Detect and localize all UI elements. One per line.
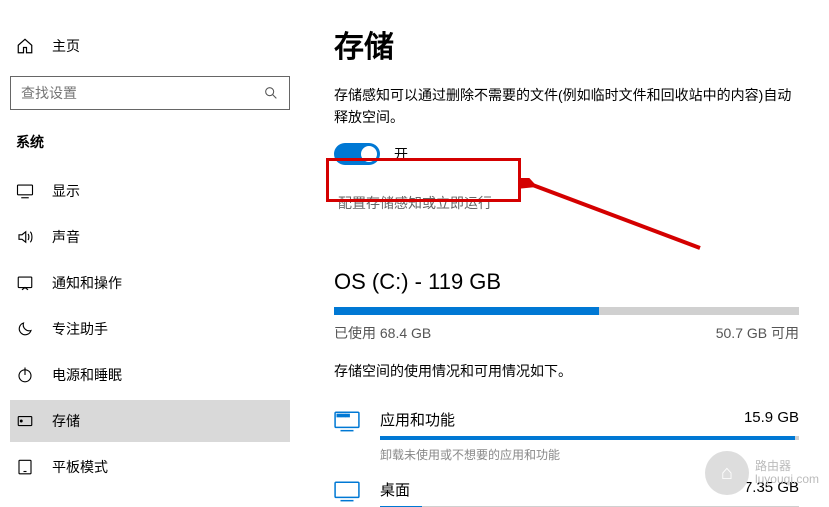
usage-description: 存储空间的使用情况和可用情况如下。 bbox=[334, 361, 799, 381]
monitor-icon bbox=[16, 182, 34, 200]
home-link[interactable]: 主页 bbox=[10, 30, 290, 68]
storage-sense-description: 存储感知可以通过删除不需要的文件(例如临时文件和回收站中的内容)自动释放空间。 bbox=[334, 84, 799, 129]
watermark-logo: ⌂ bbox=[705, 451, 749, 495]
notification-icon bbox=[16, 274, 34, 292]
storage-sense-toggle[interactable] bbox=[334, 143, 380, 165]
configure-storage-sense-link[interactable]: 配置存储感知或立即运行 bbox=[334, 183, 799, 223]
sidebar-item-label: 平板模式 bbox=[52, 457, 108, 477]
sidebar-item-tablet[interactable]: 平板模式 bbox=[10, 446, 290, 488]
power-icon bbox=[16, 366, 34, 384]
sidebar-item-notifications[interactable]: 通知和操作 bbox=[10, 262, 290, 304]
home-icon bbox=[16, 37, 34, 55]
search-icon bbox=[263, 85, 279, 101]
home-label: 主页 bbox=[52, 36, 80, 56]
search-input-container[interactable] bbox=[10, 76, 290, 110]
page-title: 存储 bbox=[334, 22, 799, 66]
sidebar-item-label: 专注助手 bbox=[52, 319, 108, 339]
category-header: 系统 bbox=[10, 128, 290, 168]
sidebar-item-label: 电源和睡眠 bbox=[52, 365, 122, 385]
category-bar bbox=[380, 436, 799, 440]
toggle-label: 开 bbox=[394, 144, 408, 164]
category-name: 应用和功能 bbox=[380, 409, 455, 430]
drive-title: OS (C:) - 119 GB bbox=[334, 269, 799, 295]
sidebar-item-label: 通知和操作 bbox=[52, 273, 122, 293]
moon-icon bbox=[16, 320, 34, 338]
sidebar-item-display[interactable]: 显示 bbox=[10, 170, 290, 212]
sidebar-item-label: 存储 bbox=[52, 411, 80, 431]
sidebar-item-label: 声音 bbox=[52, 227, 80, 247]
sidebar-item-storage[interactable]: 存储 bbox=[10, 400, 290, 442]
category-name: 桌面 bbox=[380, 479, 410, 500]
search-input[interactable] bbox=[21, 85, 263, 101]
category-size: 15.9 GB bbox=[744, 409, 799, 430]
drive-used-label: 已使用 68.4 GB bbox=[334, 323, 431, 343]
apps-icon bbox=[334, 411, 360, 433]
drive-usage-bar bbox=[334, 307, 799, 315]
drive-free-label: 50.7 GB 可用 bbox=[716, 323, 799, 343]
watermark: ⌂ 路由器 luyouqi.com bbox=[705, 451, 819, 495]
desktop-icon bbox=[334, 481, 360, 503]
sidebar-item-sound[interactable]: 声音 bbox=[10, 216, 290, 258]
sidebar-item-label: 显示 bbox=[52, 181, 80, 201]
sound-icon bbox=[16, 228, 34, 246]
storage-icon bbox=[16, 412, 34, 430]
sidebar-item-focus[interactable]: 专注助手 bbox=[10, 308, 290, 350]
sidebar-item-power[interactable]: 电源和睡眠 bbox=[10, 354, 290, 396]
tablet-icon bbox=[16, 458, 34, 476]
watermark-bottom: luyouqi.com bbox=[755, 473, 819, 486]
